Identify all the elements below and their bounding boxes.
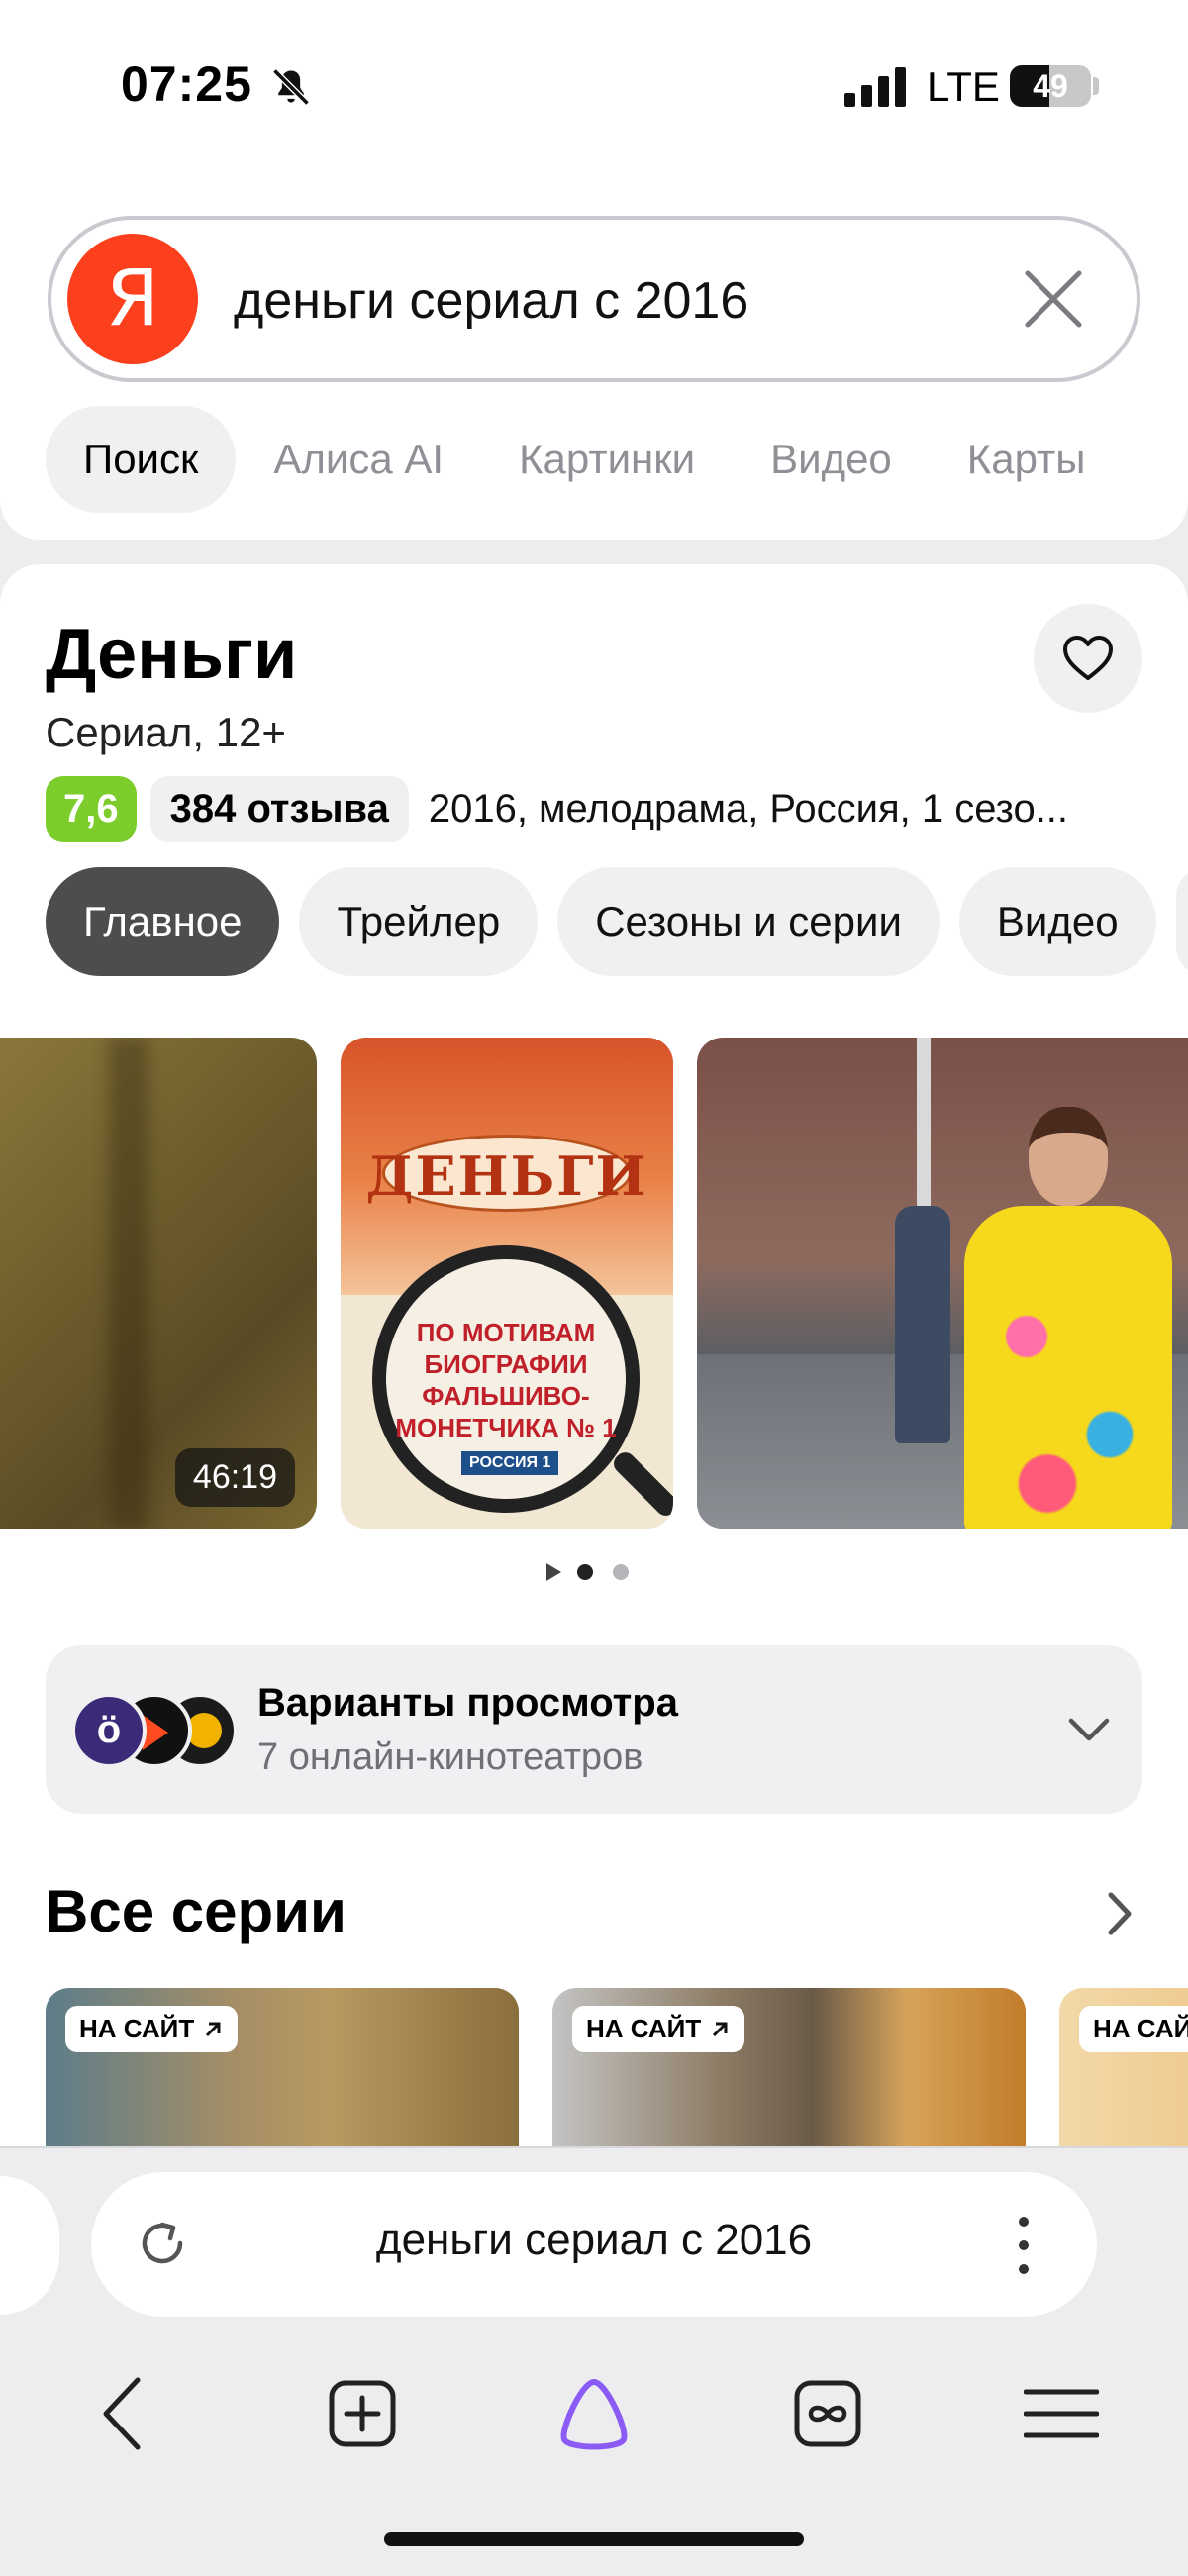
pagination-dot[interactable] — [577, 1564, 593, 1580]
episode-card[interactable]: НА САЙТ — [46, 1988, 519, 2146]
still-figure — [895, 1206, 950, 1443]
status-time: 07:25 — [121, 56, 252, 112]
channel-logo: РОССИЯ 1 — [461, 1451, 559, 1475]
hamburger-icon — [1024, 2389, 1099, 2438]
video-duration: 46:19 — [174, 1448, 295, 1507]
badge-label: НА САЙТ — [586, 2014, 702, 2043]
network-type: LTE — [927, 63, 1000, 110]
watch-options-subtitle: 7 онлайн-кинотеатров — [257, 1736, 644, 1778]
tab-videos[interactable]: Видео — [958, 867, 1156, 976]
episodes-carousel: НА САЙТ НА САЙТ НА САЙ — [0, 1988, 1188, 2146]
episodes-heading[interactable]: Все серии — [46, 1877, 346, 1945]
provider-logo: ö — [71, 1693, 147, 1768]
still-dress — [964, 1206, 1172, 1529]
chevron-right-icon[interactable] — [1099, 1887, 1138, 1940]
poster-caption: ПО МОТИВАМ БИОГРАФИИ ФАЛЬШИВО-МОНЕТЧИКА … — [395, 1318, 617, 1442]
plus-square-icon — [329, 2380, 396, 2447]
media-gallery: 46:19 ДЕНЬГИ ПО МОТИВАМ БИОГРАФИИ ФАЛЬШИ… — [0, 1038, 1188, 1529]
tabs-button[interactable] — [780, 2366, 875, 2461]
external-link-badge[interactable]: НА САЙТ — [572, 2006, 745, 2052]
menu-button[interactable] — [1014, 2366, 1109, 2461]
signal-icon — [844, 67, 906, 107]
gallery-pagination — [546, 1562, 648, 1582]
alice-icon — [560, 2379, 628, 2450]
badge-label: НА САЙТ — [79, 2014, 195, 2043]
back-button[interactable] — [75, 2366, 170, 2461]
reviews-badge[interactable]: 384 отзыва — [149, 776, 409, 842]
entity-info: 2016, мелодрама, Россия, 1 сезо... — [428, 786, 1069, 831]
pagination-dot[interactable] — [613, 1564, 629, 1580]
battery-tip — [1093, 77, 1099, 95]
tab-seasons[interactable]: Сезоны и серии — [557, 867, 940, 976]
back-arrow-icon — [103, 2377, 141, 2450]
tab-main[interactable]: Главное — [46, 867, 280, 976]
favorite-button[interactable] — [1034, 604, 1142, 713]
search-query[interactable]: деньги сериал с 2016 — [234, 271, 748, 331]
heart-icon — [1063, 636, 1113, 680]
chevron-down-icon[interactable] — [1065, 1711, 1113, 1750]
tab-search[interactable]: Поиск — [46, 406, 237, 513]
home-indicator[interactable] — [384, 2532, 804, 2546]
tab-trailer[interactable]: Трейлер — [299, 867, 539, 976]
entity-tabs: Главное Трейлер Сезоны и серии Видео — [46, 867, 1188, 976]
entity-subtitle: Сериал, 12+ — [46, 709, 286, 755]
poster-image[interactable]: ДЕНЬГИ ПО МОТИВАМ БИОГРАФИИ ФАЛЬШИВО-МОН… — [341, 1038, 673, 1529]
external-link-badge[interactable]: НА САЙ — [1079, 2006, 1188, 2052]
tab-images[interactable]: Картинки — [481, 406, 733, 513]
play-indicator-icon[interactable] — [546, 1563, 561, 1581]
tab-maps[interactable]: Карты — [930, 406, 1124, 513]
tabs-infinity-icon — [794, 2380, 861, 2447]
more-menu-icon[interactable] — [1014, 2214, 1034, 2277]
tab-video[interactable]: Видео — [733, 406, 930, 513]
thumbnail-shade — [109, 1038, 148, 1529]
alice-button[interactable] — [546, 2366, 642, 2461]
yandex-logo[interactable]: Я — [67, 234, 198, 364]
episode-card[interactable]: НА САЙ — [1059, 1988, 1188, 2146]
magnifier-handle — [609, 1447, 673, 1521]
arrow-up-right-icon — [206, 2022, 221, 2036]
search-header: 07:25 LTE 49 Я деньги сериал с 2016 Поис… — [0, 0, 1188, 540]
episode-card[interactable]: НА САЙТ — [552, 1988, 1026, 2146]
external-link-badge[interactable]: НА САЙТ — [65, 2006, 239, 2052]
address-text[interactable]: деньги сериал с 2016 — [91, 2216, 1097, 2265]
battery-percent: 49 — [1033, 68, 1068, 104]
rating-badge[interactable]: 7,6 — [46, 776, 137, 842]
tab-more[interactable] — [1175, 867, 1188, 976]
search-tabs: Поиск Алиса AI Картинки Видео Карты — [46, 406, 1123, 513]
tab-alice[interactable]: Алиса AI — [236, 406, 481, 513]
watch-options-title: Варианты просмотра — [257, 1681, 678, 1725]
video-thumbnail[interactable]: 46:19 — [0, 1038, 317, 1529]
poster-title: ДЕНЬГИ — [365, 1144, 648, 1208]
bottom-navigation — [0, 2346, 1188, 2465]
status-bar: 07:25 LTE 49 — [0, 0, 1188, 168]
page-title: Деньги — [46, 615, 298, 694]
still-head — [1029, 1107, 1108, 1206]
address-bar[interactable]: деньги сериал с 2016 — [91, 2172, 1097, 2317]
battery-icon: 49 — [1010, 65, 1091, 107]
still-image[interactable] — [697, 1038, 1188, 1529]
badge-label: НА САЙ — [1093, 2014, 1188, 2043]
search-input[interactable]: Я деньги сериал с 2016 — [48, 216, 1140, 382]
new-tab-button[interactable] — [315, 2366, 410, 2461]
arrow-up-right-icon — [713, 2022, 728, 2036]
close-icon[interactable] — [1018, 263, 1089, 335]
watch-options[interactable]: ö Варианты просмотра 7 онлайн-кинотеатро… — [46, 1645, 1142, 1814]
silent-bell-icon — [272, 68, 310, 106]
entity-meta: 7,6 384 отзыва 2016, мелодрама, Россия, … — [46, 776, 1112, 842]
